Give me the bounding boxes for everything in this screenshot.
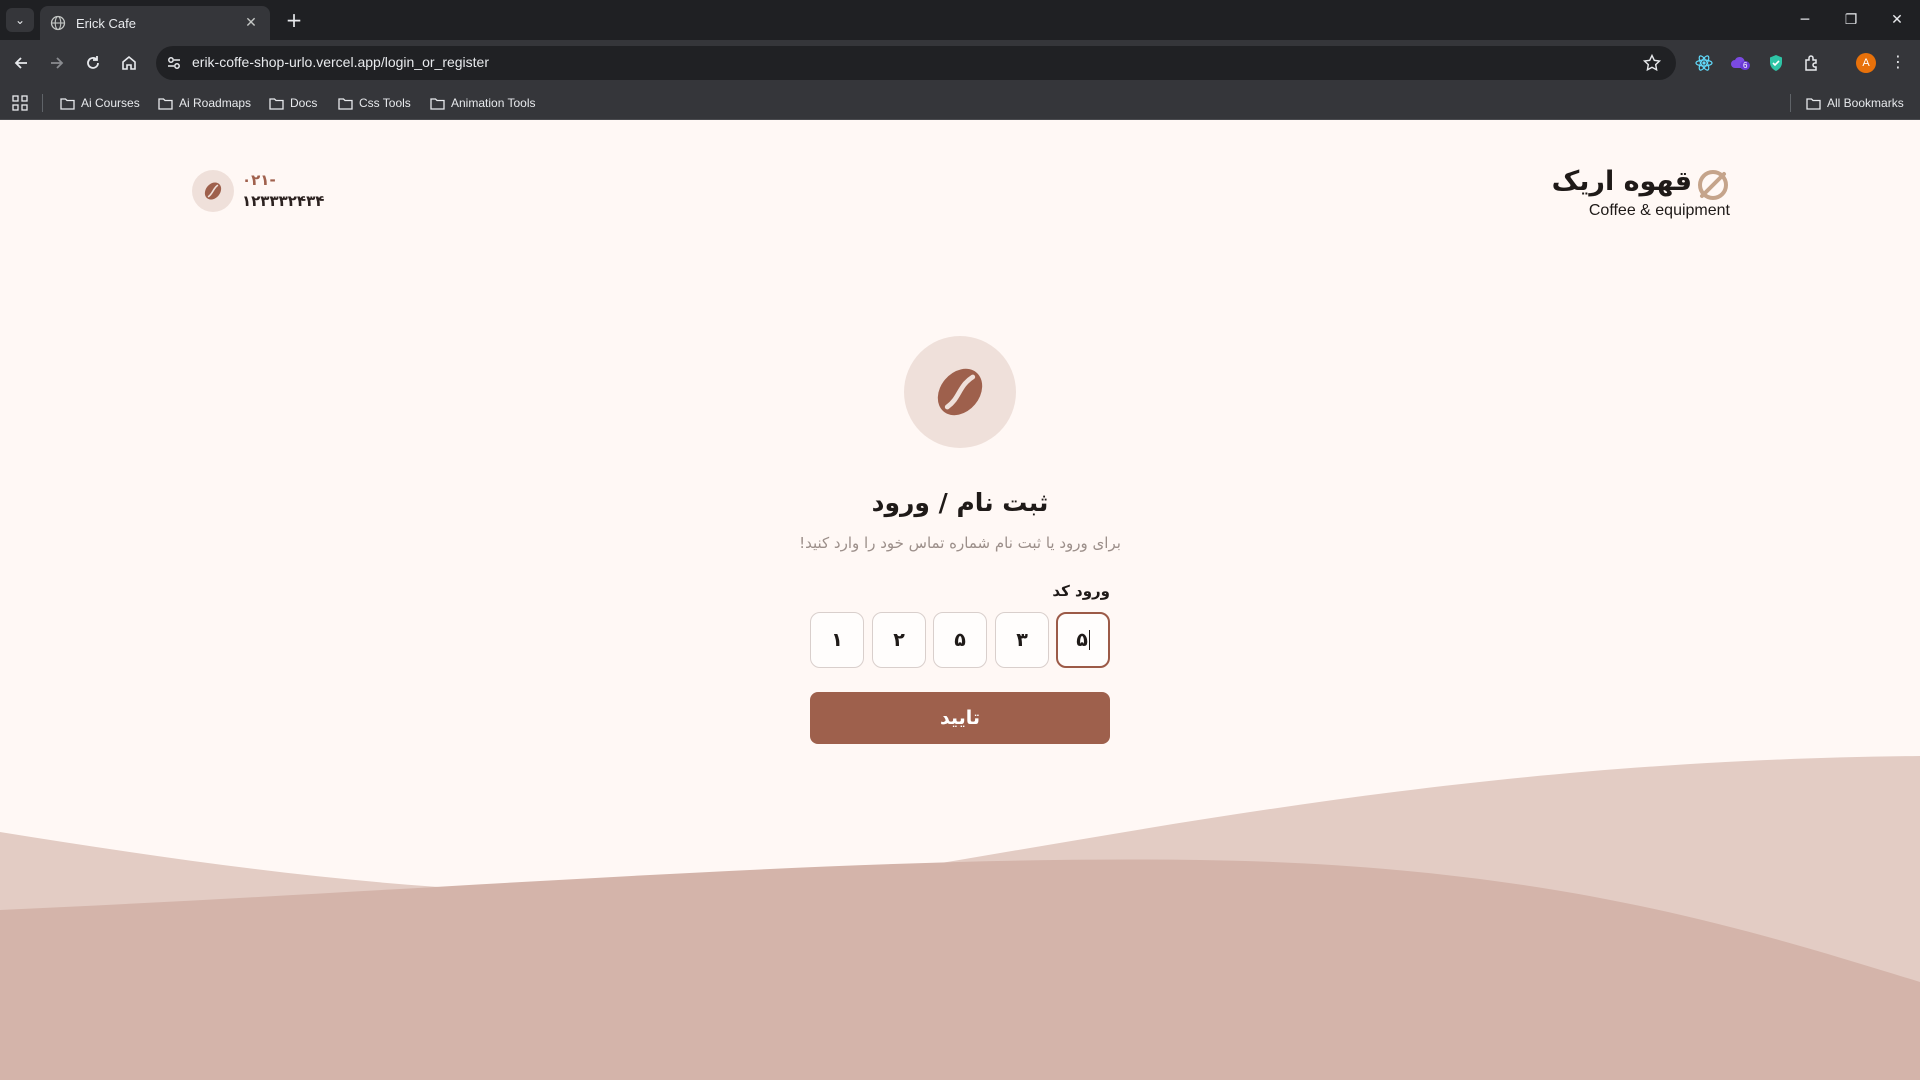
all-bookmarks-label: All Bookmarks (1827, 96, 1904, 110)
folder-icon (60, 97, 75, 110)
browser-tab[interactable]: Erick Cafe ✕ (40, 6, 270, 40)
forward-icon[interactable] (42, 48, 72, 78)
otp-digit: ۱ (831, 629, 843, 651)
browser-tabbar: ⌄ Erick Cafe ✕ + ─ ❐ ✕ (0, 0, 1920, 40)
reload-icon[interactable] (78, 48, 108, 78)
logo-tagline: Coffee & equipment (1588, 202, 1730, 219)
header-phone[interactable]: ۰۲۱- ۱۲۳۳۳۲۴۳۴ (192, 170, 324, 212)
all-bookmarks[interactable]: All Bookmarks (1806, 93, 1904, 113)
submit-button[interactable]: تایید (810, 692, 1110, 744)
browser-toolbar: erik-coffe-shop-urlo.vercel.app/login_or… (0, 40, 1920, 86)
bookmark-separator (42, 94, 43, 112)
otp-digit-input-1[interactable]: ۵ (1056, 612, 1110, 668)
logo-text: قهوه اریک (1551, 166, 1692, 197)
bookmark-docs[interactable]: Docs (269, 93, 317, 113)
folder-icon (158, 97, 173, 110)
coffee-bean-logo-icon (1698, 170, 1728, 200)
folder-icon (430, 97, 445, 110)
folder-icon (338, 97, 353, 110)
bookmark-ai-courses[interactable]: Ai Courses (60, 93, 140, 113)
text-caret (1088, 630, 1090, 650)
bookmark-css-tools[interactable]: Css Tools (338, 93, 411, 113)
back-icon[interactable] (6, 48, 36, 78)
url-text: erik-coffe-shop-urlo.vercel.app/login_or… (192, 54, 490, 70)
extension-cloud-icon[interactable]: 6 (1728, 51, 1752, 75)
bookmark-ai-roadmaps[interactable]: Ai Roadmaps (158, 93, 251, 113)
otp-digit: ۵ (1076, 629, 1088, 651)
bookmark-label: Css Tools (359, 96, 411, 110)
background-waves (0, 756, 1920, 1080)
login-page: ۰۲۱- ۱۲۳۳۳۲۴۳۴ قهوه اریک Coffee & equipm… (0, 120, 1920, 1080)
coffee-bean-hero-icon (904, 336, 1016, 448)
bookmark-animation-tools[interactable]: Animation Tools (430, 93, 536, 113)
globe-icon (50, 15, 66, 31)
minimize-icon[interactable]: ─ (1782, 0, 1828, 40)
otp-label: ورود کد (1052, 582, 1110, 600)
extensions-puzzle-icon[interactable] (1800, 51, 1824, 75)
home-icon[interactable] (114, 48, 144, 78)
page-title: ثبت نام / ورود (871, 488, 1049, 517)
otp-digit: ۲ (893, 629, 905, 651)
otp-digit: ۳ (1016, 629, 1028, 651)
browser-menu-icon[interactable]: ⋮ (1890, 52, 1906, 71)
bookmark-separator (1790, 94, 1791, 112)
otp-digit-input-3[interactable]: ۵ (933, 612, 987, 668)
phone-number: ۱۲۳۳۳۲۴۳۴ (242, 192, 325, 210)
react-devtools-icon[interactable] (1692, 51, 1716, 75)
brand-logo[interactable]: قهوه اریک Coffee & equipment (1552, 166, 1730, 226)
bookmark-label: Ai Courses (81, 96, 140, 110)
bookmark-star-icon[interactable] (1642, 53, 1662, 73)
phone-prefix: ۰۲۱- (242, 171, 276, 189)
tab-search-chevron-icon[interactable]: ⌄ (6, 8, 34, 32)
apps-grid-icon[interactable] (12, 93, 34, 113)
otp-digit-input-4[interactable]: ۲ (872, 612, 926, 668)
restore-icon[interactable]: ❐ (1828, 0, 1874, 40)
shield-extension-icon[interactable] (1764, 51, 1788, 75)
tab-title: Erick Cafe (76, 15, 136, 31)
tab-close-icon[interactable]: ✕ (242, 15, 260, 31)
bookmarks-bar: Ai Courses Ai Roadmaps Docs Css Tools An… (0, 86, 1920, 120)
new-tab-icon[interactable]: + (282, 8, 306, 32)
otp-digit-input-2[interactable]: ۳ (995, 612, 1049, 668)
profile-avatar[interactable]: A (1856, 53, 1876, 73)
bookmark-label: Ai Roadmaps (179, 96, 252, 110)
address-bar[interactable]: erik-coffe-shop-urlo.vercel.app/login_or… (156, 46, 1676, 80)
site-info-icon[interactable] (164, 53, 184, 73)
window-close-icon[interactable]: ✕ (1874, 0, 1920, 40)
coffee-bean-icon (192, 170, 234, 212)
folder-icon (269, 97, 284, 110)
folder-icon (1806, 97, 1821, 110)
page-subtitle: برای ورود یا ثبت نام شماره تماس خود را و… (799, 534, 1121, 552)
bookmark-label: Docs (290, 96, 318, 110)
otp-digit-input-5[interactable]: ۱ (810, 612, 864, 668)
bookmark-label: Animation Tools (451, 96, 536, 110)
otp-digit: ۵ (954, 629, 966, 651)
